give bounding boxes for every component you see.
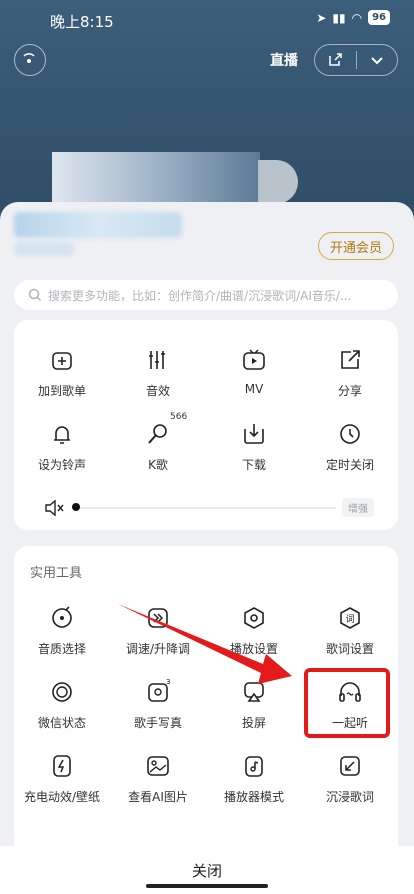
home-indicator (146, 884, 268, 888)
red-arrow-annotation (118, 604, 292, 684)
